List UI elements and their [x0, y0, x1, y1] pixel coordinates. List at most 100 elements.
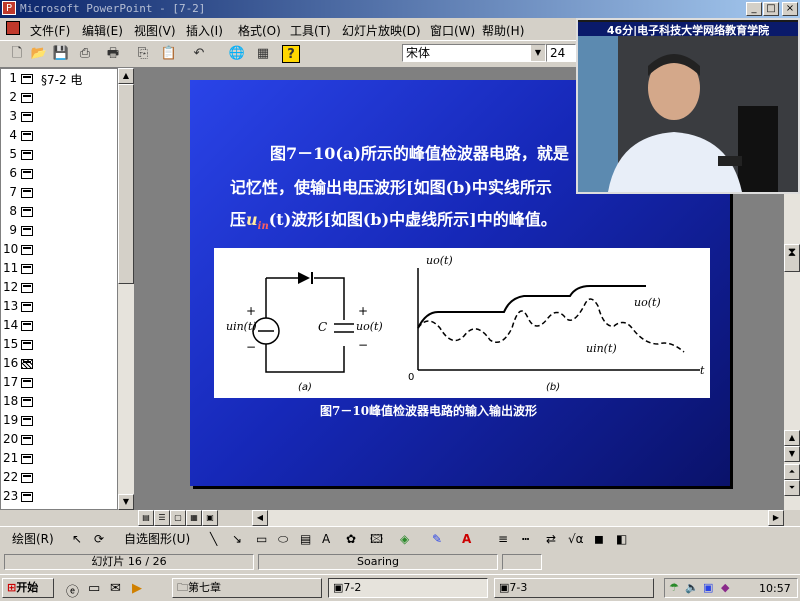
scroll-up-icon[interactable]: ▲: [784, 430, 800, 446]
outline-row[interactable]: 11: [3, 261, 115, 280]
ie-icon[interactable]: ⓔ: [66, 581, 79, 600]
slideshow-view-icon[interactable]: ▣: [202, 510, 218, 526]
tray-app-icon[interactable]: ◆: [721, 581, 729, 594]
menu-help[interactable]: 帮助(H): [482, 22, 524, 39]
sorter-view-icon[interactable]: ▦: [186, 510, 202, 526]
menu-edit[interactable]: 编辑(E): [82, 22, 123, 39]
task-7-2[interactable]: ▣7-2: [328, 578, 488, 598]
maximize-button[interactable]: □: [763, 2, 779, 16]
slide-thumbnail-icon[interactable]: [21, 302, 33, 312]
outline-row[interactable]: 20: [3, 432, 115, 451]
outline-row[interactable]: 13: [3, 299, 115, 318]
slide-thumbnail-icon[interactable]: [21, 207, 33, 217]
horizontal-scrollbar[interactable]: ◀ ▶: [252, 510, 784, 526]
free-rotate-icon[interactable]: ⟳: [94, 531, 104, 547]
outline-row[interactable]: 3: [3, 109, 115, 128]
slide-thumbnail-icon[interactable]: [21, 454, 33, 464]
slide-thumbnail-icon[interactable]: [21, 245, 33, 255]
slide-thumbnail-icon[interactable]: [21, 435, 33, 445]
arrow-tool-icon[interactable]: ↘: [232, 531, 242, 547]
outline-row[interactable]: 2: [3, 90, 115, 109]
save-icon[interactable]: 💾: [52, 45, 70, 63]
dash-style-icon[interactable]: ┅: [522, 531, 529, 547]
open-icon[interactable]: 📂: [30, 45, 48, 63]
rectangle-tool-icon[interactable]: ▭: [256, 531, 267, 547]
textbox-tool-icon[interactable]: ▤: [300, 531, 311, 547]
outline-row[interactable]: 22: [3, 470, 115, 489]
minimize-button[interactable]: _: [746, 2, 762, 16]
hourglass-icon[interactable]: ⧗: [784, 244, 800, 272]
scroll-thumb[interactable]: [118, 84, 134, 284]
normal-view-icon[interactable]: ▤: [138, 510, 154, 526]
slide-thumbnail-icon[interactable]: [21, 150, 33, 160]
slide-thumbnail-icon[interactable]: [21, 93, 33, 103]
slide-thumbnail-icon[interactable]: [21, 226, 33, 236]
select-objects-icon[interactable]: ↖: [72, 531, 82, 547]
clipart-icon[interactable]: ✿: [346, 531, 356, 547]
slide-thumbnail-icon[interactable]: [21, 378, 33, 388]
font-color-icon[interactable]: A: [462, 531, 471, 547]
outline-row[interactable]: 8: [3, 204, 115, 223]
print-icon[interactable]: 🖶: [104, 45, 122, 63]
menu-tools[interactable]: 工具(T): [290, 22, 331, 39]
3d-icon[interactable]: ◧: [616, 531, 627, 547]
menu-window[interactable]: 窗口(W): [430, 22, 475, 39]
outline-row[interactable]: 18: [3, 394, 115, 413]
slide-thumbnail-icon[interactable]: [21, 492, 33, 502]
slide-thumbnail-icon[interactable]: [21, 416, 33, 426]
slide-thumbnail-icon[interactable]: [21, 169, 33, 179]
paste-icon[interactable]: 📋: [160, 45, 178, 63]
draw-menu-button[interactable]: 绘图(R): [12, 531, 54, 547]
scroll-right-icon[interactable]: ▶: [768, 510, 784, 526]
outline-view-icon[interactable]: ☰: [154, 510, 170, 526]
slide-thumbnail-icon[interactable]: [21, 397, 33, 407]
powerpoint-app-icon[interactable]: P: [2, 1, 16, 15]
scroll-down-icon[interactable]: ▼: [118, 494, 134, 510]
table-icon[interactable]: ▦: [254, 45, 272, 63]
slide-thumbnail-icon[interactable]: [21, 340, 33, 350]
new-icon[interactable]: 🗋: [8, 45, 26, 63]
outline-row[interactable]: 12: [3, 280, 115, 299]
network-icon[interactable]: ☂: [669, 581, 679, 594]
outline-row[interactable]: 17: [3, 375, 115, 394]
outline-row[interactable]: 19: [3, 413, 115, 432]
menu-file[interactable]: 文件(F): [30, 22, 70, 39]
outline-row[interactable]: 4: [3, 128, 115, 147]
print-preview-icon[interactable]: ⎙: [76, 45, 94, 63]
outline-row[interactable]: 15: [3, 337, 115, 356]
task-folder[interactable]: 🗀第七章: [172, 578, 322, 598]
undo-icon[interactable]: ↶: [190, 45, 208, 63]
slide-thumbnail-icon[interactable]: [21, 321, 33, 331]
copy-icon[interactable]: ⎘: [134, 45, 152, 63]
scroll-down-icon[interactable]: ▼: [784, 446, 800, 462]
outline-row[interactable]: 21: [3, 451, 115, 470]
desktop-icon[interactable]: ▭: [88, 581, 100, 596]
slide-thumbnail-icon[interactable]: [21, 112, 33, 122]
outline-row[interactable]: 9: [3, 223, 115, 242]
chevron-down-icon[interactable]: ▼: [531, 45, 545, 61]
slide-thumbnail-icon[interactable]: [21, 473, 33, 483]
font-name-combo[interactable]: 宋体 ▼: [402, 44, 546, 62]
help-icon[interactable]: ?: [282, 45, 300, 63]
picture-icon[interactable]: 🖾: [370, 531, 383, 547]
equation-icon[interactable]: √α: [568, 531, 584, 547]
menu-insert[interactable]: 插入(I): [186, 22, 223, 39]
slide-thumbnail-icon[interactable]: [21, 188, 33, 198]
outline-row[interactable]: 14: [3, 318, 115, 337]
arrow-style-icon[interactable]: ⇄: [546, 531, 556, 547]
fill-color-icon[interactable]: ◈: [400, 531, 409, 547]
line-tool-icon[interactable]: ╲: [210, 531, 217, 547]
outline-row[interactable]: 1 §7-2 电: [3, 71, 115, 90]
outlook-icon[interactable]: ✉: [110, 581, 121, 596]
font-size-combo[interactable]: 24: [546, 44, 576, 62]
wordart-icon[interactable]: A: [322, 531, 330, 547]
media-icon[interactable]: ▶: [132, 581, 142, 596]
task-7-3[interactable]: ▣7-3: [494, 578, 654, 598]
line-style-icon[interactable]: ≡: [498, 531, 508, 547]
slide-thumbnail-icon[interactable]: [21, 131, 33, 141]
menu-view[interactable]: 视图(V): [134, 22, 176, 39]
autoshapes-menu-button[interactable]: 自选图形(U): [124, 531, 190, 547]
outline-panel[interactable]: 1 §7-2 电 2 3 4 5 6 7 8 9 10 11 12 13 14 15 16 17 18 19 20 21 2…: [0, 68, 118, 510]
start-button[interactable]: ⊞开始: [2, 578, 54, 598]
line-color-icon[interactable]: ✎: [432, 531, 442, 547]
